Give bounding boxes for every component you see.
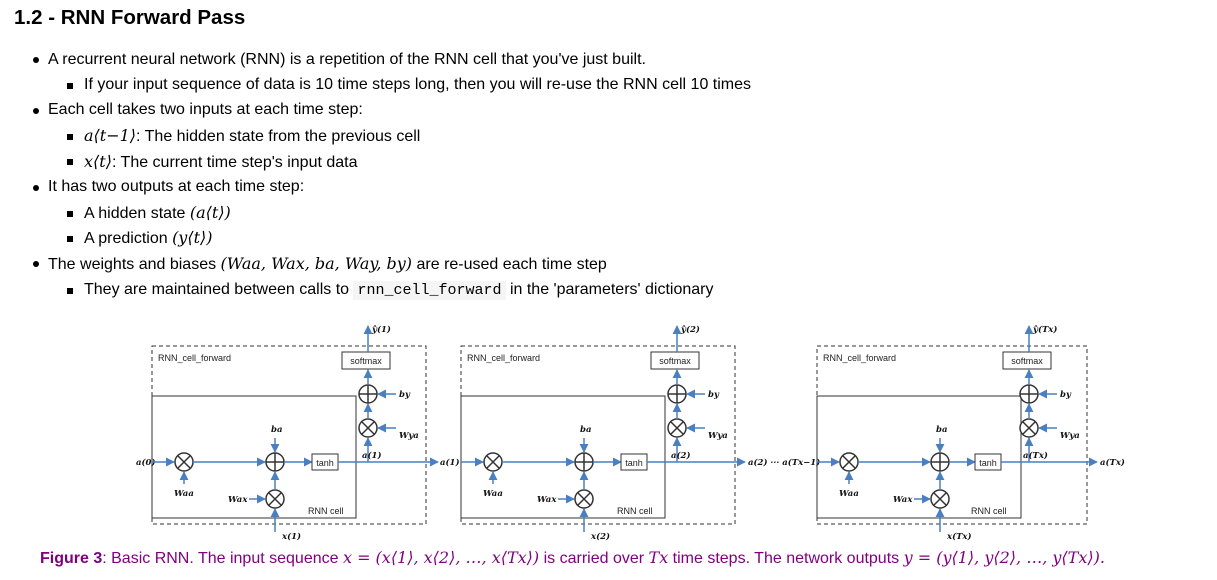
bullet-dot	[33, 185, 39, 191]
sub-bullet-square	[67, 236, 73, 242]
softmax-label: softmax	[350, 356, 382, 366]
ba-label: ba	[580, 425, 591, 435]
softmax-label: softmax	[1011, 356, 1043, 366]
x-label: x(Tx)	[946, 531, 972, 542]
bullet-dot	[33, 261, 39, 267]
waa-label: Waa	[839, 489, 859, 499]
math-a-prev-desc: : The hidden state from the previous cel…	[136, 128, 421, 145]
tanh-label: tanh	[979, 458, 997, 468]
notebook-cell: 1.2 - RNN Forward Pass A recurrent neura…	[0, 0, 1217, 580]
maintained-post: in the 'parameters' dictionary	[505, 281, 714, 298]
caption-pre: : Basic RNN. The input sequence	[102, 550, 343, 567]
wya-label: Wya	[708, 431, 728, 441]
rnn-cell-3: RNN_cell_forward softmax ŷ(Tx) by Wya Wa…	[816, 324, 1098, 542]
sub-bullet-text: x⟨t⟩: The current time step's input data	[84, 152, 358, 173]
prediction-text: A prediction	[84, 230, 173, 247]
y-hat-label: ŷ(Tx)	[1032, 324, 1057, 335]
x-label: x(1)	[281, 531, 301, 542]
rnn-forward-diagram: RNN_cell_forward softmax ŷ(1) by Wya a(0…	[136, 324, 1125, 542]
ba-label: ba	[936, 425, 947, 435]
wya-label: Wya	[1060, 431, 1080, 441]
tanh-label: tanh	[625, 458, 643, 468]
caption-math-tx: Tx	[648, 548, 669, 567]
weights-pre: The weights and biases	[48, 256, 221, 273]
cell-title: RNN_cell_forward	[823, 353, 896, 363]
wax-label: Wax	[893, 495, 913, 505]
rnn-cell-label: RNN cell	[617, 506, 653, 516]
waa-label: Waa	[483, 489, 503, 499]
bullet-text: It has two outputs at each time step:	[48, 178, 305, 195]
wax-label: Wax	[228, 495, 248, 505]
wax-label: Wax	[537, 495, 557, 505]
caption-mid2: time steps. The network outputs	[668, 550, 904, 567]
rnn-cell-1: RNN_cell_forward softmax ŷ(1) by Wya a(0…	[136, 324, 459, 542]
sub-bullet-text: A prediction (y⟨t⟩)	[84, 228, 213, 249]
a-out-label: a(2)	[671, 450, 690, 461]
figure-label: Figure 3	[40, 550, 103, 567]
sub-bullet-text: A hidden state (a⟨t⟩)	[84, 203, 231, 224]
wya-label: Wya	[399, 431, 419, 441]
math-x-t-desc: : The current time step's input data	[111, 154, 358, 171]
sub-bullet-square	[67, 134, 73, 140]
rnn-cell-label: RNN cell	[308, 506, 344, 516]
sub-bullet-text: If your input sequence of data is 10 tim…	[84, 76, 752, 93]
sub-bullet-square	[67, 211, 73, 217]
caption-math-y: y = (y⟨1⟩, y⟨2⟩, …, y⟨Tx⟩).	[903, 548, 1105, 567]
sub-bullet-square	[67, 159, 73, 165]
a-in-label: a(1)	[440, 457, 459, 468]
weights-post: are re-used each time step	[412, 256, 607, 273]
x-label: x(2)	[590, 531, 610, 542]
waa-label: Waa	[174, 489, 194, 499]
rnn-cell-2: RNN_cell_forward softmax ŷ(2) by Wya Waa…	[460, 324, 746, 542]
by-label: by	[708, 390, 720, 400]
bullet-dot	[33, 108, 39, 114]
ba-label: ba	[271, 425, 282, 435]
tanh-label: tanh	[316, 458, 334, 468]
maintained-pre: They are maintained between calls to	[84, 281, 354, 298]
y-hat-label: ŷ(1)	[371, 324, 391, 335]
sub-bullet-square	[67, 83, 73, 89]
cell-title: RNN_cell_forward	[467, 353, 540, 363]
y-hat-label: ŷ(2)	[680, 324, 700, 335]
cell-title: RNN_cell_forward	[158, 353, 231, 363]
mid-chain-label: a(2) ··· a(Tx−1)	[748, 457, 820, 468]
math-a-t: (a⟨t⟩)	[189, 203, 231, 222]
by-label: by	[399, 390, 411, 400]
sub-bullet-text: a⟨t−1⟩: The hidden state from the previo…	[84, 126, 420, 147]
hidden-state-text: A hidden state	[84, 205, 190, 222]
math-weights: (Waa, Wax, ba, Way, by)	[220, 254, 413, 273]
math-a-prev: a⟨t−1⟩	[84, 126, 137, 145]
sub-bullet-text: They are maintained between calls to rnn…	[84, 280, 714, 301]
math-x-t: x⟨t⟩	[84, 152, 112, 171]
bullet-text: Each cell takes two inputs at each time …	[48, 101, 363, 118]
caption-mid: is carried over	[539, 550, 649, 567]
caption-math-x: x = (x⟨1⟩, x⟨2⟩, …, x⟨Tx⟩)	[342, 548, 540, 567]
inline-code-rnn-cell-forward: rnn_cell_forward	[353, 281, 506, 300]
figure-caption: Figure 3: Basic RNN. The input sequence …	[40, 548, 1105, 568]
rnn-cell-label: RNN cell	[971, 506, 1007, 516]
bullet-dot	[33, 57, 39, 63]
section-title: 1.2 - RNN Forward Pass	[14, 6, 246, 29]
bullet-text: The weights and biases (Waa, Wax, ba, Wa…	[48, 254, 607, 275]
math-y-t: (y⟨t⟩)	[172, 228, 213, 247]
final-output-label: a(Tx)	[1100, 457, 1125, 468]
bullet-text: A recurrent neural network (RNN) is a re…	[48, 51, 646, 68]
by-label: by	[1060, 390, 1072, 400]
a-out-label: a(Tx)	[1023, 450, 1048, 461]
sub-bullet-square	[67, 288, 73, 294]
softmax-label: softmax	[659, 356, 691, 366]
a-out-label: a(1)	[362, 450, 381, 461]
